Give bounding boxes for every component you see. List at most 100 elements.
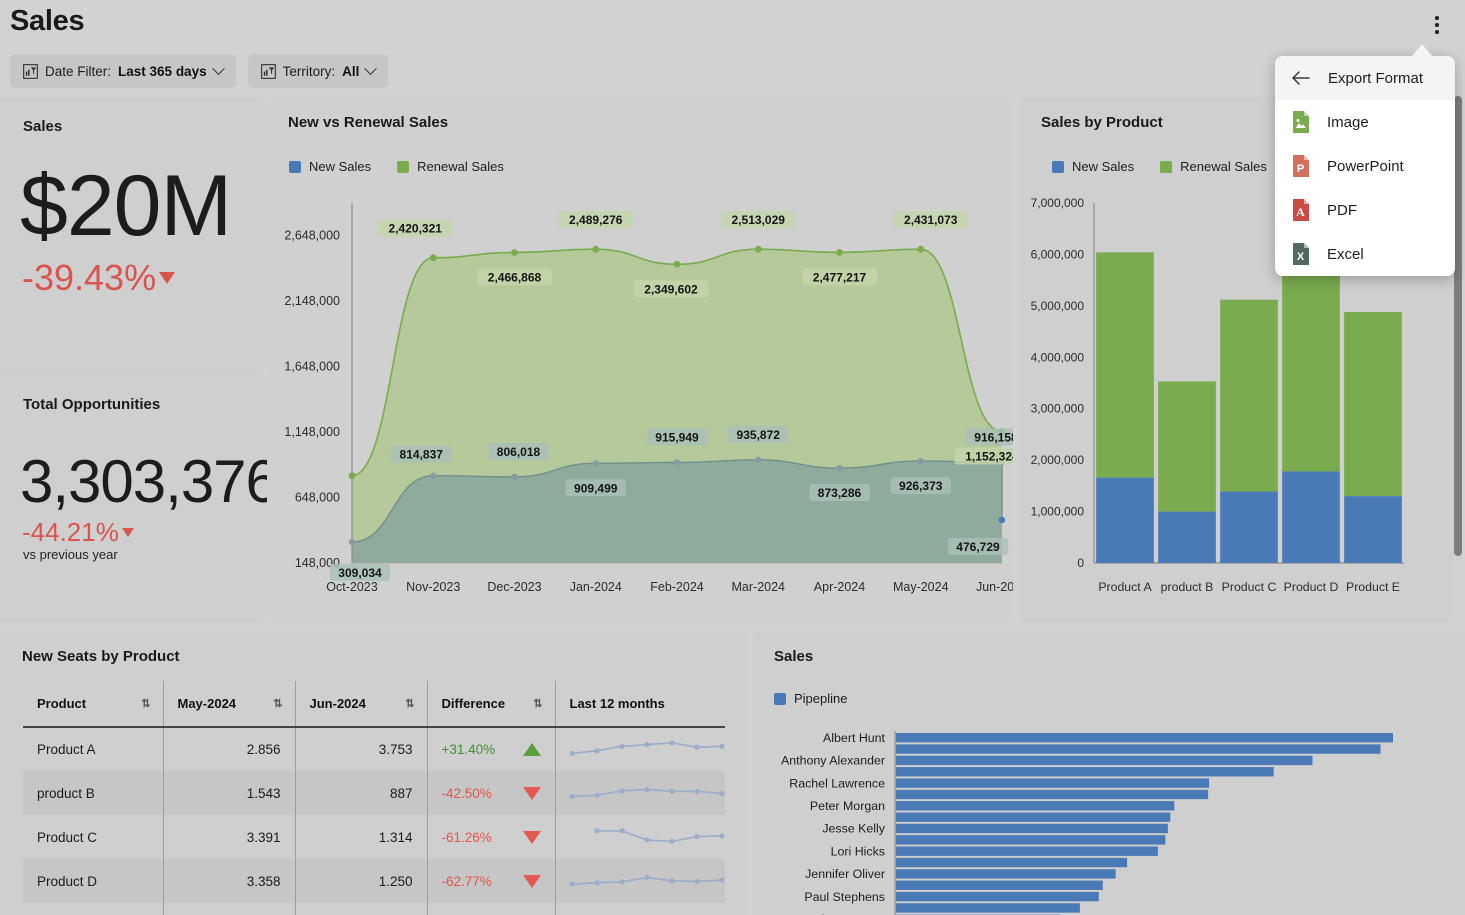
bar-x-tick-2: Product C — [1222, 580, 1277, 594]
cell-product: Product C — [23, 815, 164, 859]
sparkline — [568, 740, 725, 756]
area-x-tick-0: Oct-2023 — [326, 580, 377, 594]
cell-sparkline — [555, 859, 725, 903]
svg-text:476,729: 476,729 — [956, 540, 1000, 554]
svg-text:2,513,029: 2,513,029 — [732, 213, 786, 227]
image-file-icon — [1293, 111, 1309, 133]
bar-y-tick-0: 7,000,000 — [1031, 196, 1085, 210]
reps-bar-15[interactable] — [896, 903, 1080, 913]
reps-bar-10[interactable] — [896, 846, 1158, 856]
sort-icon[interactable]: ⇅ — [405, 697, 414, 710]
legend-label-renewal-sales: Renewal Sales — [1180, 159, 1267, 174]
area-label-renewal-4: 2,349,602 — [633, 280, 709, 298]
column-header-product[interactable]: Product ⇅ — [23, 681, 164, 728]
legend-item-pipeline[interactable]: Pipepline — [774, 691, 848, 706]
reps-bar-12[interactable] — [896, 869, 1116, 879]
table-row[interactable]: product B 1.543 887 -42.50% — [23, 771, 725, 815]
territory-filter-pill[interactable]: Territory: All — [247, 54, 389, 88]
reps-bar-5[interactable] — [896, 789, 1209, 800]
legend-item-renewal-sales[interactable]: Renewal Sales — [1160, 159, 1267, 174]
export-menu-item-excel[interactable]: X Excel — [1275, 232, 1455, 276]
cell-jun-2024: 887 — [295, 771, 428, 815]
bar-renewal-1 — [1158, 381, 1216, 512]
area-label-renewal-6: 2,477,217 — [802, 268, 877, 286]
export-format-menu: Export Format Image P PowerPoint A PDF X Excel — [1275, 56, 1455, 276]
svg-text:2,431,073: 2,431,073 — [904, 213, 958, 227]
reps-bar-11[interactable] — [896, 857, 1128, 868]
legend-item-renewal-sales[interactable]: Renewal Sales — [397, 159, 504, 174]
table-row[interactable]: Product A 2.856 3.753 +31.40% — [23, 727, 725, 771]
new-seats-table: Product ⇅ May-2024 ⇅ Jun-2024 ⇅ Differen… — [23, 681, 725, 915]
cell-partial — [163, 903, 296, 915]
table-row[interactable] — [23, 903, 725, 915]
bar-y-tick-7: 0 — [1077, 556, 1084, 570]
kpi-sales-delta-value: -39.43% — [22, 257, 157, 298]
area-label-renewal-5: 2,513,029 — [720, 211, 796, 229]
table-row[interactable]: Product C 3.391 1.314 -61.26% — [23, 815, 725, 859]
export-menu-item-powerpoint[interactable]: P PowerPoint — [1275, 144, 1455, 188]
area-chart-title: New vs Renewal Sales — [288, 114, 449, 131]
area-point-new — [673, 459, 681, 466]
export-menu-item-label: PDF — [1327, 201, 1357, 219]
kpi-sales-title: Sales — [23, 118, 63, 135]
more-vertical-icon[interactable] — [1423, 10, 1451, 40]
reps-bar-6[interactable] — [896, 801, 1175, 811]
date-filter-value: Last 365 days — [118, 63, 207, 79]
svg-text:873,286: 873,286 — [818, 486, 862, 500]
reps-bar-14[interactable] — [896, 891, 1099, 902]
bar-renewal-4 — [1344, 312, 1402, 497]
reps-bar-2[interactable] — [896, 755, 1313, 766]
reps-bar-7[interactable] — [896, 812, 1171, 822]
area-label-renewal-1: 2,420,321 — [377, 219, 453, 237]
area-label-new-8: 916,158 — [965, 428, 1013, 446]
bar-group-4[interactable] — [1344, 312, 1402, 563]
bar-group-1[interactable] — [1158, 381, 1216, 563]
chart-card-sales-by-rep: Sales Pipepline Albert Hunt Anthony Alexa… — [752, 632, 1465, 915]
sort-icon[interactable]: ⇅ — [141, 697, 150, 710]
reps-bar-9[interactable] — [896, 835, 1166, 845]
reps-label-0: Albert Hunt — [823, 731, 886, 745]
area-x-tick-1: Nov-2023 — [406, 580, 460, 594]
bar-group-3[interactable] — [1282, 264, 1340, 563]
bar-new-4 — [1344, 496, 1402, 563]
svg-text:2,420,321: 2,420,321 — [389, 222, 443, 236]
export-menu-item-pdf[interactable]: A PDF — [1275, 188, 1455, 232]
area-point-renewal — [429, 254, 437, 262]
column-header-difference[interactable]: Difference ⇅ — [427, 681, 556, 728]
legend-item-new-sales[interactable]: New Sales — [289, 159, 371, 174]
bar-group-2[interactable] — [1220, 299, 1278, 563]
sort-icon[interactable]: ⇅ — [533, 697, 542, 710]
bar-y-tick-1: 6,000,000 — [1031, 247, 1085, 261]
export-menu-item-image[interactable]: Image — [1275, 100, 1455, 144]
table-row[interactable]: Product D 3.358 1.250 -62.77% — [23, 859, 725, 903]
reps-bar-13[interactable] — [896, 880, 1103, 890]
area-point-renewal — [836, 249, 843, 256]
cell-sparkline — [555, 771, 725, 815]
export-menu-back[interactable]: Export Format — [1275, 56, 1455, 100]
reps-bar-3[interactable] — [896, 767, 1274, 777]
difference-value: +31.40% — [441, 742, 496, 757]
vertical-scrollbar[interactable] — [1454, 96, 1462, 886]
reps-bar-1[interactable] — [896, 744, 1381, 754]
area-point-renewal — [917, 245, 925, 253]
cell-product: Product D — [23, 859, 164, 903]
column-label-jun-2024: Jun-2024 — [309, 696, 366, 711]
column-header-jun-2024[interactable]: Jun-2024 ⇅ — [295, 681, 428, 728]
reps-label-2: Rachel Lawrence — [789, 776, 885, 790]
scrollbar-thumb[interactable] — [1454, 96, 1462, 556]
area-x-tick-5: Mar-2024 — [732, 580, 786, 594]
cell-partial — [427, 903, 556, 915]
area-label-renewal-7: 2,431,073 — [893, 211, 969, 229]
area-y-tick-2: 1,148,000 — [284, 425, 340, 439]
reps-bar-8[interactable] — [896, 823, 1168, 834]
date-filter-pill[interactable]: Date Filter: Last 365 days — [10, 54, 236, 88]
reps-bar-0[interactable] — [896, 733, 1393, 743]
legend-label-pipeline: Pipepline — [794, 691, 848, 706]
legend-item-new-sales[interactable]: New Sales — [1052, 159, 1134, 174]
bar-x-tick-3: Product D — [1284, 580, 1339, 594]
reps-bar-4[interactable] — [896, 778, 1210, 788]
sort-icon[interactable]: ⇅ — [273, 697, 282, 710]
column-header-may-2024[interactable]: May-2024 ⇅ — [163, 681, 296, 728]
bar-group-0[interactable] — [1096, 252, 1154, 563]
area-point-new — [348, 538, 356, 546]
